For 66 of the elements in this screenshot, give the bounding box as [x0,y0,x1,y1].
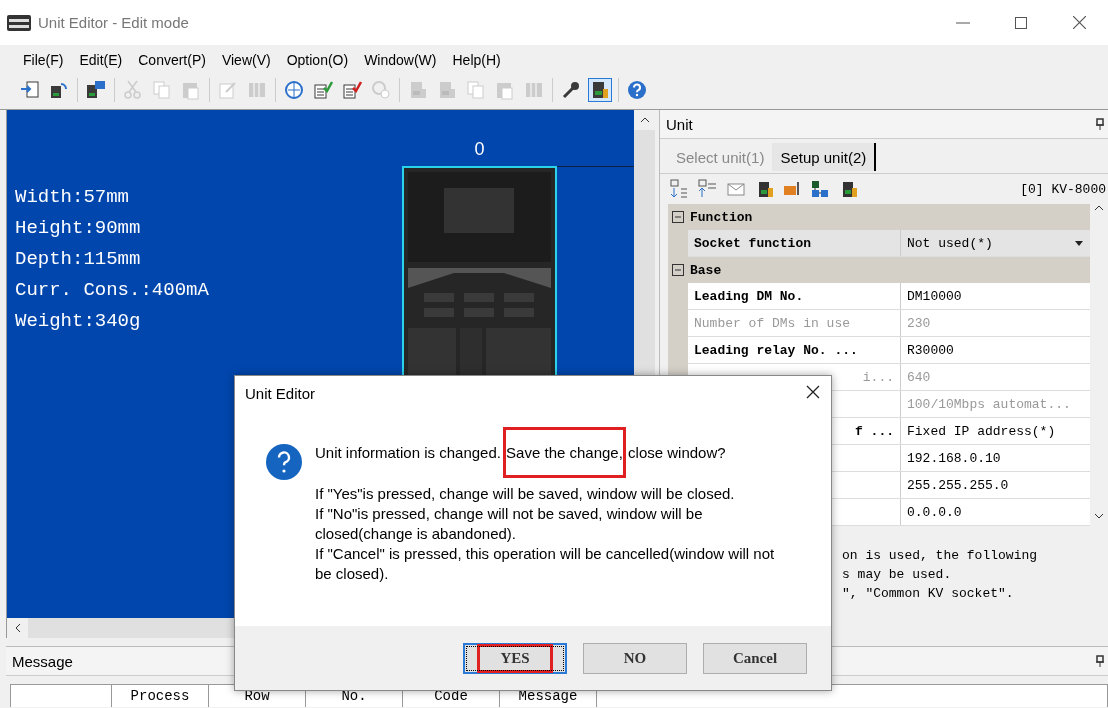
panel-title: Message [12,652,73,670]
scroll-up-icon [639,116,650,124]
menu-item[interactable]: Option(O) [279,49,356,71]
property-label: Leading DM No. [688,283,901,309]
dropdown-caret-icon [1075,240,1083,246]
spec-text: Depth:115mm [15,247,142,272]
pin-icon [1096,655,1104,667]
property-value: DM10000 [901,283,1090,309]
property-value: Fixed IP address(*) [901,418,1090,444]
slot-number: 0 [473,137,486,161]
pin-icon [1096,118,1104,130]
menu-item[interactable]: Convert(P) [131,49,213,71]
spec-text: Curr. Cons.:400mA [15,278,210,303]
description-text: s may be used. [842,566,953,584]
spec-text: Width:57mm [15,185,131,210]
globe-icon[interactable] [282,78,306,102]
menu-item[interactable]: View(V) [214,49,278,71]
column-header: Process [112,685,209,707]
menu-item[interactable]: Edit(E) [72,49,130,71]
close-icon [805,383,821,400]
spec-text: Weight:340g [15,309,142,334]
dialog-button[interactable]: NO [583,642,687,674]
dialog-message: If "Yes"is pressed, change will be saved, window will be closed. [315,484,736,504]
dropdown-field[interactable]: Not used(*) [901,230,1090,256]
dialog-button[interactable]: Cancel [703,642,807,674]
panel-title: Unit [666,115,693,133]
question-icon [265,443,303,481]
tab[interactable]: Setup unit(2) [772,143,877,171]
property-value: R30000 [901,337,1090,363]
unit-model: [0] KV-8000 [1020,181,1107,197]
scroll-down-icon [1094,512,1104,520]
help-icon[interactable] [625,78,649,102]
menu-item[interactable]: File(F) [16,49,71,71]
network-icon [810,179,830,199]
dialog-message: If "Cancel" is pressed, this operation will be cancelled(window will not be closed). [315,544,776,584]
menu-item[interactable]: Help(H) [445,49,508,71]
property-value: 640 [901,364,1090,390]
unit-icon[interactable] [588,78,612,102]
minimize-icon [956,21,970,24]
scroll-left-icon [13,623,22,633]
scroll-up-icon [1094,204,1104,212]
sort-icon [698,179,718,199]
property-value: 0.0.0.0 [901,499,1090,525]
window-title: Unit Editor - Edit mode [38,14,190,31]
spec-text: Height:90mm [15,216,142,241]
description-text: on is used, the following [842,547,1039,565]
collapse-toggle-icon[interactable] [672,211,684,223]
property-value: 230 [901,310,1090,336]
section-title: Base [690,262,722,278]
dialog-title: Unit Editor [245,384,316,402]
property-value: 100/10Mbps automat... [901,391,1090,417]
property-label: Leading relay No. ... [688,337,901,363]
description-text: ", "Common KV socket". [842,585,1015,603]
property-value: 192.168.0.10 [901,445,1090,471]
app-icon [6,12,32,33]
sort-icon [670,179,690,199]
menu-item[interactable]: Window(W) [357,49,444,71]
property-label: Socket function [688,230,901,256]
dialog-button[interactable]: YES [463,642,567,674]
property-value: 255.255.255.0 [901,472,1090,498]
close-icon [1072,16,1086,29]
collapse-toggle-icon[interactable] [672,264,684,276]
maximize-icon [1015,16,1027,29]
dialog-message: If "No"is pressed, change will not be saved, window will be closed(change is abandoned). [315,504,704,544]
property-label: Number of DMs in use [688,310,901,336]
section-title: Function [690,209,753,225]
